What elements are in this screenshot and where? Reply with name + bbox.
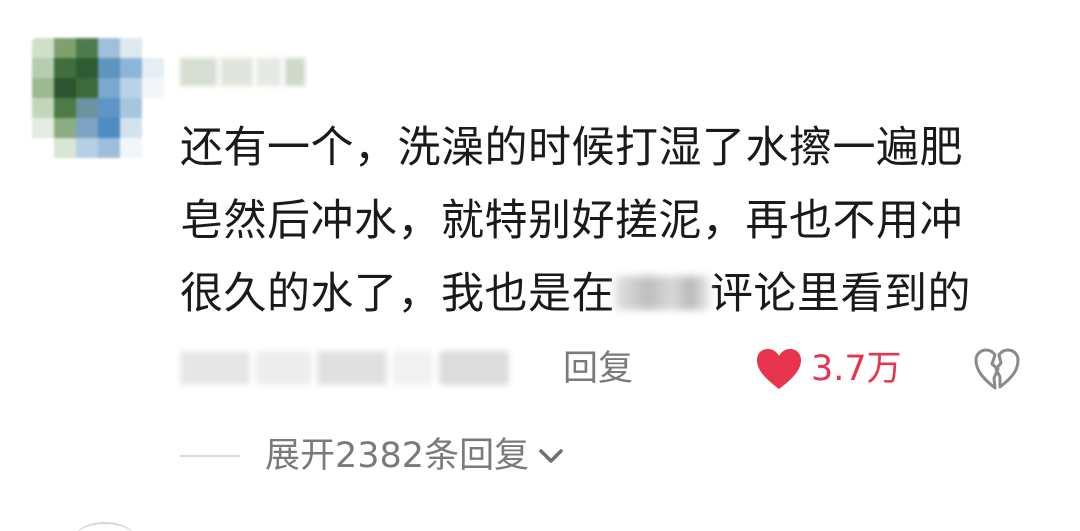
- comment-text: 还有一个，洗澡的时候打湿了水擦一遍肥 皂然后冲水，就特别好搓泥，再也不用冲 很久的水…: [180, 112, 1010, 331]
- reply-button[interactable]: 回复: [563, 345, 633, 393]
- comment-line-3-end: 评论里看到的: [710, 269, 971, 319]
- comment-view: 还有一个，洗澡的时候打湿了水擦一遍肥 皂然后冲水，就特别好搓泥，再也不用冲 很久的水…: [0, 0, 1080, 531]
- redacted-text: [615, 276, 710, 310]
- chevron-down-icon: [539, 449, 563, 463]
- comment-line-3-start: 很久的水了，我也是在: [180, 269, 615, 319]
- like-count: 3.7万: [811, 349, 902, 389]
- like-button[interactable]: 3.7万: [755, 345, 902, 393]
- username-redacted[interactable]: [180, 58, 305, 86]
- next-comment-avatar: [75, 522, 135, 531]
- divider-line: [180, 455, 240, 457]
- comment-line-1: 还有一个，洗澡的时候打湿了水擦一遍肥: [180, 123, 963, 173]
- comment-line-2: 皂然后冲水，就特别好搓泥，再也不用冲: [180, 196, 963, 246]
- expand-replies-button[interactable]: 展开2382条回复: [180, 432, 565, 480]
- avatar[interactable]: [32, 38, 164, 158]
- comment-meta-redacted: [180, 351, 525, 385]
- heart-icon: [757, 349, 801, 389]
- comment-actions: 回复 3.7万: [180, 345, 1040, 393]
- expand-replies-label: 展开2382条回复: [265, 436, 530, 476]
- broken-heart-icon: [974, 348, 1020, 390]
- dislike-button[interactable]: [973, 347, 1021, 391]
